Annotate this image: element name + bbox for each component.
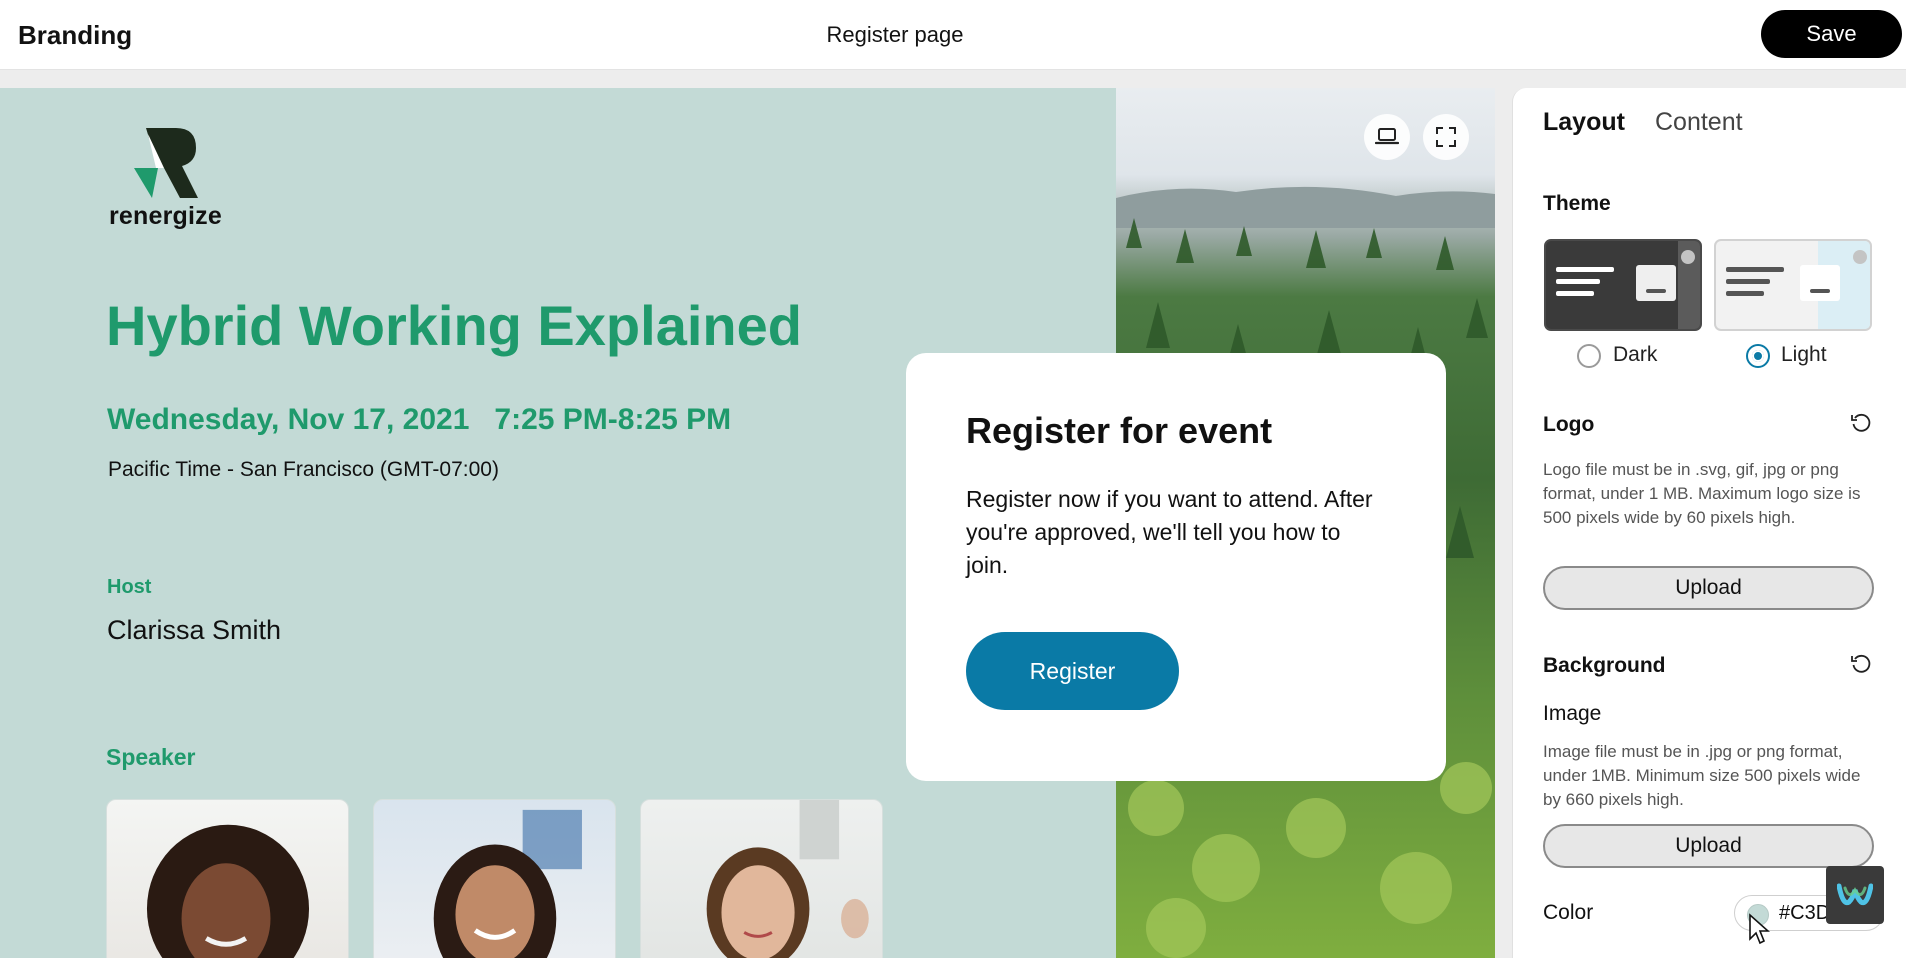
mouse-cursor-icon <box>1749 913 1770 945</box>
tab-layout[interactable]: Layout <box>1543 108 1625 137</box>
logo-upload-button[interactable]: Upload <box>1543 566 1874 610</box>
expand-icon <box>1436 127 1456 147</box>
background-title: Background <box>1543 654 1666 677</box>
top-bar: Branding Register page Save <box>0 0 1906 70</box>
register-card: Register for event Register now if you w… <box>906 353 1446 781</box>
fullscreen-button[interactable] <box>1423 114 1469 160</box>
theme-dark-label: Dark <box>1613 343 1658 366</box>
theme-light-radio[interactable] <box>1746 344 1770 368</box>
logo-wordmark: renergize <box>109 202 222 230</box>
tab-content[interactable]: Content <box>1655 108 1743 137</box>
event-timezone: Pacific Time - San Francisco (GMT-07:00) <box>108 458 499 481</box>
event-date: Wednesday, Nov 17, 2021 7:25 PM-8:25 PM <box>107 403 732 436</box>
speaker-portrait-icon <box>433 809 582 958</box>
theme-title: Theme <box>1543 192 1611 215</box>
theme-dark-radio[interactable] <box>1577 344 1601 368</box>
speaker-photo <box>640 799 883 958</box>
light-theme-preview-icon <box>1726 241 1870 329</box>
logo-help-text: Logo file must be in .svg, gif, jpg or p… <box>1543 460 1861 527</box>
background-help-text: Image file must be in .jpg or png format… <box>1543 742 1861 809</box>
host-label: Host <box>107 576 152 598</box>
speaker-photo <box>106 799 349 958</box>
webex-logo-icon <box>1837 883 1873 906</box>
settings-panel: Layout Content Theme Dark Light Logo Log… <box>1512 88 1906 958</box>
logo-title: Logo <box>1543 413 1595 436</box>
event-title: Hybrid Working Explained <box>106 294 802 357</box>
save-button[interactable]: Save <box>1761 10 1902 58</box>
reset-logo-icon[interactable] <box>1850 412 1872 434</box>
host-name: Clarissa Smith <box>107 615 282 645</box>
webex-app-badge[interactable] <box>1826 866 1884 924</box>
desktop-preview-button[interactable] <box>1364 114 1410 160</box>
laptop-icon <box>1375 128 1399 145</box>
register-title: Register for event <box>966 410 1273 451</box>
theme-dark-thumbnail[interactable] <box>1544 239 1702 331</box>
renergize-logo-icon <box>134 128 198 198</box>
register-page-preview: renergize Hybrid Working Explained Wedne… <box>0 88 1495 958</box>
speaker-portrait-icon <box>706 800 869 958</box>
page-name: Register page <box>826 22 964 47</box>
speaker-portrait-icon <box>146 824 310 958</box>
register-button[interactable]: Register <box>966 632 1179 710</box>
background-image-label: Image <box>1543 702 1602 725</box>
speaker-label: Speaker <box>106 744 196 770</box>
dark-theme-preview-icon <box>1556 241 1700 329</box>
theme-light-thumbnail[interactable] <box>1714 239 1872 331</box>
speaker-photo <box>373 799 616 958</box>
background-upload-button[interactable]: Upload <box>1543 824 1874 868</box>
register-description: Register now if you want to attend. Afte… <box>966 486 1373 578</box>
reset-background-icon[interactable] <box>1850 653 1872 675</box>
theme-light-label: Light <box>1781 343 1827 366</box>
color-label: Color <box>1543 901 1594 924</box>
